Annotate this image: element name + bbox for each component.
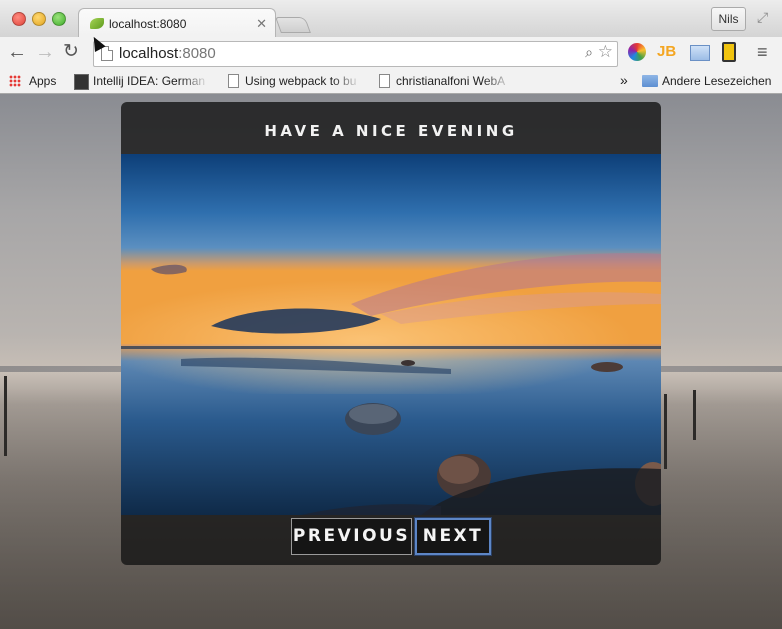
slideshow-card: HAVE A NICE EVENING PREVIOUS NEXT [121,102,661,565]
back-arrow-icon[interactable]: ← [7,41,27,63]
bookmark-item[interactable]: christianalfoni WebA [396,74,512,88]
browser-toolbar: ← → ↻ localhost:8080 ⌕ ☆ JB ≡ [0,37,782,69]
folder-icon [642,75,658,87]
page-favicon-icon [379,74,390,88]
bookmarks-bar: Apps Intellij IDEA: German Using webpack… [0,69,782,94]
mobile-extension-icon[interactable] [722,42,736,62]
window-resizer-extension-icon[interactable] [690,45,710,61]
color-picker-extension-icon[interactable] [628,43,646,61]
close-window-button[interactable] [12,12,26,26]
background-post [693,390,696,440]
bookmark-item[interactable]: Intellij IDEA: German [93,74,209,88]
reload-icon[interactable]: ↻ [63,41,79,63]
fullscreen-icon[interactable]: ⤢ [757,9,768,26]
hamburger-menu-icon[interactable]: ≡ [757,43,768,61]
page-icon [101,46,113,61]
tab-title: localhost:8080 [109,17,187,31]
next-button[interactable]: NEXT [415,518,491,555]
url-text[interactable]: localhost:8080 [119,45,216,62]
bookmark-apps[interactable]: Apps [29,74,56,88]
slide-controls: PREVIOUS NEXT [121,515,661,565]
new-tab-button[interactable] [275,17,311,33]
previous-button[interactable]: PREVIOUS [291,518,412,555]
minimize-window-button[interactable] [32,12,46,26]
apps-grid-icon [9,75,21,87]
other-bookmarks-folder[interactable]: Andere Lesezeichen [662,74,771,88]
page-viewport: HAVE A NICE EVENING PREVIOUS NEXT [0,94,782,629]
window-titlebar: localhost:8080 ✕ Nils ⤢ [0,0,782,39]
address-bar[interactable]: localhost:8080 ⌕ ☆ [93,41,618,67]
page-favicon-icon [228,74,239,88]
search-icon[interactable]: ⌕ [585,44,593,61]
url-host: localhost [119,45,179,62]
bookmark-star-icon[interactable]: ☆ [598,42,613,62]
zoom-window-button[interactable] [52,12,66,26]
sunset-lake-photo [121,154,661,515]
browser-tab-active[interactable]: localhost:8080 ✕ [78,8,276,39]
forward-arrow-icon[interactable]: → [35,41,55,63]
bookmarks-overflow-button[interactable]: » [620,72,628,88]
url-port: :8080 [178,45,216,62]
tab-close-icon[interactable]: ✕ [256,16,267,32]
leaf-favicon-icon [90,18,104,29]
background-post [664,394,667,469]
background-post [4,376,7,456]
slide-title: HAVE A NICE EVENING [264,122,518,140]
bookmark-item[interactable]: Using webpack to bu [245,74,361,88]
profile-button[interactable]: Nils [711,7,746,31]
intellij-favicon-icon [74,74,89,90]
jetbrains-extension-icon[interactable]: JB [657,43,676,61]
